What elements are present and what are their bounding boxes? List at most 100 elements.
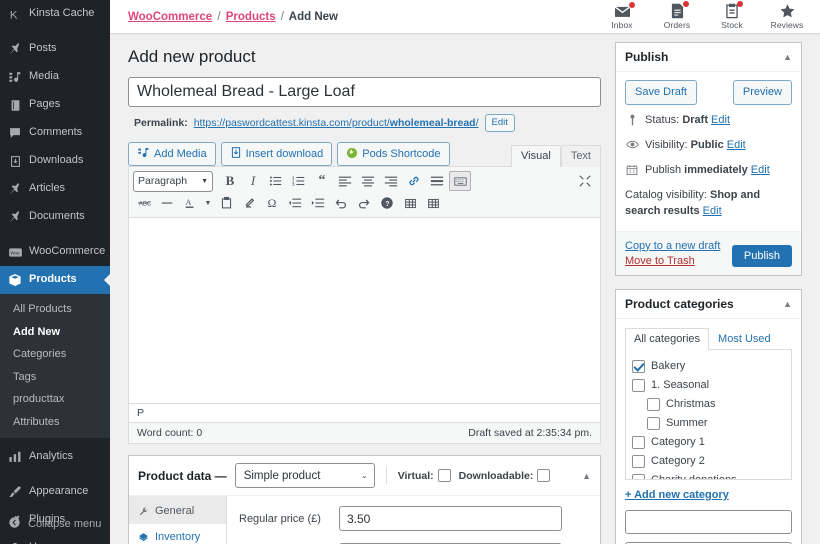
sidebar-item-documents[interactable]: Documents [0,203,110,231]
category-checkbox-charity-donations[interactable] [632,474,645,480]
sidebar-item-articles[interactable]: Articles [0,175,110,203]
breadcrumb-woocommerce[interactable]: WooCommerce [128,11,212,23]
undo-icon[interactable] [330,193,352,213]
downloadable-checkbox[interactable] [537,469,550,482]
product-type-select[interactable]: Simple product ⌄ [235,463,375,488]
strikethrough-icon[interactable]: ABC [133,193,155,213]
category-checkbox-category-1[interactable] [632,436,645,449]
visibility-edit-link[interactable]: Edit [727,139,746,151]
new-category-name-input[interactable] [625,510,792,534]
table-icon[interactable] [399,193,421,213]
submenu-item-categories[interactable]: Categories [0,343,110,366]
distraction-free-icon[interactable] [574,171,596,191]
help-icon[interactable]: ? [376,193,398,213]
horizontal-rule-icon[interactable] [156,193,178,213]
paragraph-format-select[interactable]: Paragraph ▼ [133,171,213,192]
sidebar-item-appearance[interactable]: Appearance [0,478,110,506]
topbar-reviews-button[interactable]: Reviews [768,3,806,30]
insert-download-button[interactable]: Insert download [221,142,333,166]
bold-icon[interactable]: B [219,171,241,191]
category-checkbox-summer[interactable] [647,417,660,430]
sidebar-item-label: Kinsta Cache [29,7,94,21]
topbar-stock-button[interactable]: Stock [713,3,751,30]
sidebar-item-products[interactable]: Products [0,266,110,294]
sidebar-item-media[interactable]: Media [0,63,110,91]
tab-most-used[interactable]: Most Used [709,328,780,350]
tab-visual[interactable]: Visual [511,145,561,167]
special-character-icon[interactable]: Ω [261,193,283,213]
pods-shortcode-button[interactable]: Pods Shortcode [337,142,449,166]
blockquote-icon[interactable]: “ [311,171,333,191]
numbered-list-icon[interactable]: 123 [288,171,310,191]
align-right-icon[interactable] [380,171,402,191]
status-edit-link[interactable]: Edit [711,114,730,126]
virtual-checkbox[interactable] [438,469,451,482]
add-new-category-link[interactable]: + Add new category [625,489,792,501]
category-checklist[interactable]: Bakery 1. Seasonal Christmas [625,350,792,480]
redo-icon[interactable] [353,193,375,213]
list-item: Bakery [632,357,785,376]
product-title-input[interactable] [128,77,601,107]
submenu-item-all-products[interactable]: All Products [0,298,110,321]
decrease-indent-icon[interactable] [284,193,306,213]
paste-as-text-icon[interactable] [215,193,237,213]
publish-collapse-toggle[interactable]: ▲ [783,52,792,62]
collapse-menu-button[interactable]: Collapse menu [0,510,110,538]
tab-all-categories[interactable]: All categories [625,328,709,350]
copy-to-new-draft-link[interactable]: Copy to a new draft [625,240,720,252]
publish-actions-row: Save Draft Preview [625,80,792,105]
save-draft-button[interactable]: Save Draft [625,80,697,105]
publish-date-value: immediately [684,164,748,176]
text-color-icon[interactable]: A [179,193,201,213]
submenu-item-tags[interactable]: Tags [0,366,110,389]
chevron-down-icon[interactable]: ▼ [202,193,214,213]
topbar-orders-button[interactable]: Orders [658,3,696,30]
permalink-link[interactable]: https://paswordcattest.kinsta.com/produc… [194,117,479,129]
topbar-inbox-button[interactable]: Inbox [603,4,641,30]
permalink-edit-button[interactable]: Edit [485,114,515,132]
preview-button[interactable]: Preview [733,80,792,105]
tab-inventory-label: Inventory [155,531,200,543]
product-categories-collapse-toggle[interactable]: ▲ [783,299,792,309]
italic-icon[interactable]: I [242,171,264,191]
tab-inventory[interactable]: Inventory [129,524,226,544]
category-checkbox-bakery[interactable] [632,360,645,373]
category-checkbox-category-2[interactable] [632,455,645,468]
editor-content-area[interactable] [129,218,600,403]
media-icon [7,69,23,85]
submenu-item-producttax[interactable]: producttax [0,388,110,411]
submenu-item-attributes[interactable]: Attributes [0,411,110,434]
table-props-icon[interactable] [422,193,444,213]
breadcrumb-products[interactable]: Products [226,11,276,23]
category-checkbox-christmas[interactable] [647,398,660,411]
keyboard-icon[interactable] [449,171,471,191]
panel-collapse-toggle[interactable]: ▲ [582,471,591,481]
read-more-icon[interactable] [426,171,448,191]
sidebar-item-pages[interactable]: Pages [0,91,110,119]
sidebar-item-kinsta-cache[interactable]: K Kinsta Cache [0,0,110,28]
tab-text[interactable]: Text [561,145,601,167]
sidebar-item-comments[interactable]: Comments [0,119,110,147]
clear-formatting-icon[interactable] [238,193,260,213]
publish-button[interactable]: Publish [732,245,792,267]
move-to-trash-link[interactable]: Move to Trash [625,255,720,267]
sidebar-item-woocommerce[interactable]: Woo WooCommerce [0,238,110,266]
align-left-icon[interactable] [334,171,356,191]
regular-price-input[interactable] [339,506,562,531]
align-center-icon[interactable] [357,171,379,191]
publish-date-edit-link[interactable]: Edit [751,164,770,176]
calendar-icon [625,163,639,176]
link-icon[interactable] [403,171,425,191]
tab-general[interactable]: General [129,498,226,524]
submenu-item-add-new[interactable]: Add New [0,321,110,344]
bulleted-list-icon[interactable] [265,171,287,191]
product-data-header: Product data — Simple product ⌄ Virtual:… [129,456,600,496]
add-media-button[interactable]: Add Media [128,142,216,166]
category-checkbox-seasonal[interactable] [632,379,645,392]
sidebar-item-posts[interactable]: Posts [0,35,110,63]
catalog-visibility-edit-link[interactable]: Edit [703,205,722,217]
comment-icon [7,125,23,141]
sidebar-item-analytics[interactable]: Analytics [0,443,110,471]
increase-indent-icon[interactable] [307,193,329,213]
sidebar-item-downloads[interactable]: Downloads [0,147,110,175]
